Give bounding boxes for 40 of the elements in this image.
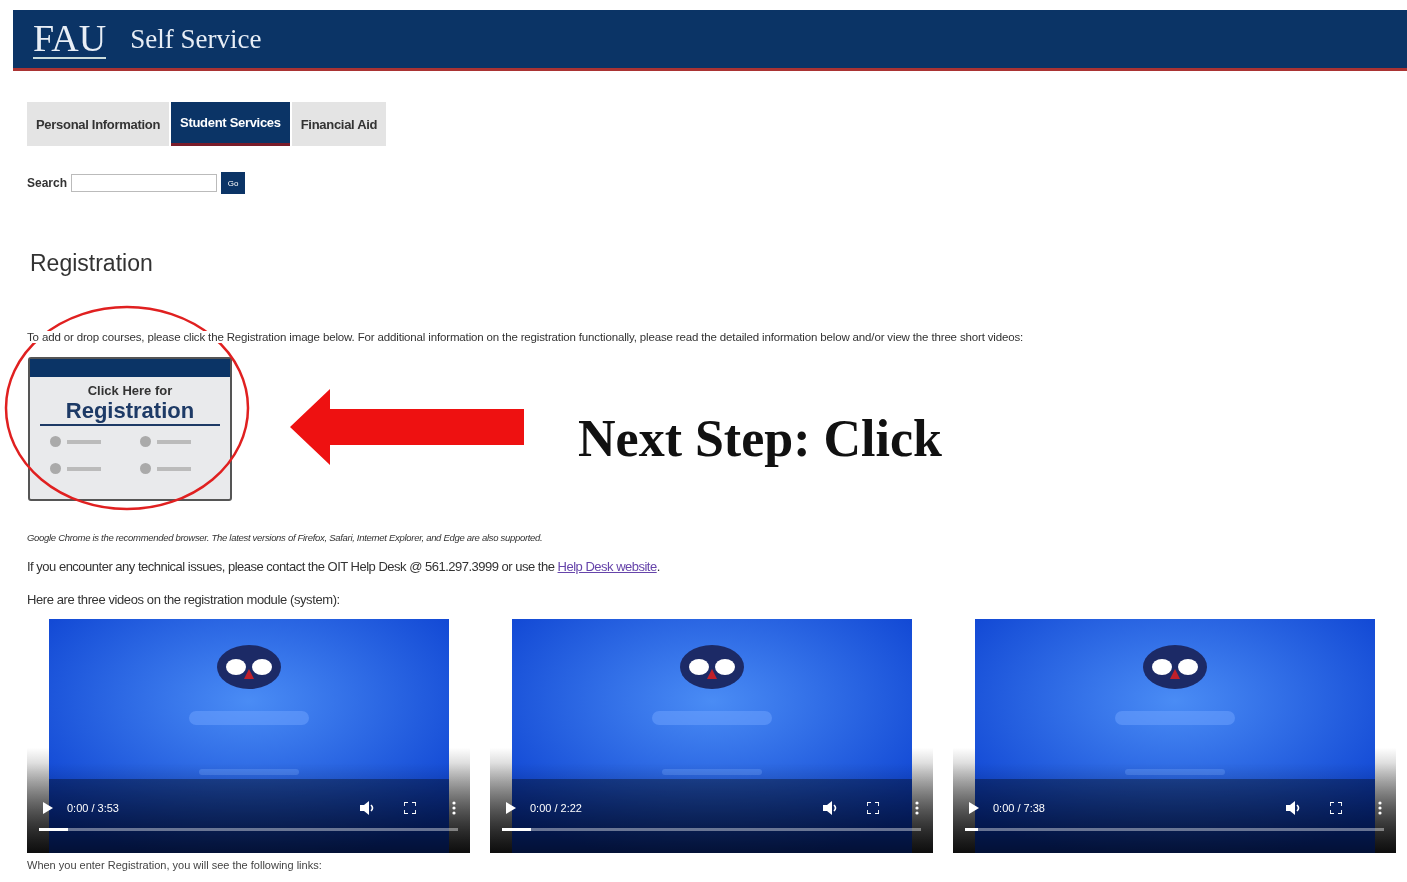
more-icon[interactable] (915, 801, 919, 815)
video-player[interactable]: 0:00 / 7:38 (953, 619, 1396, 853)
play-icon[interactable] (969, 802, 979, 814)
intro-text: To add or drop courses, please click the Registration image below. For additional information on the registration functionally, please read the detailed information below and/or view the three short videos: (27, 331, 1024, 343)
volume-icon[interactable] (360, 801, 376, 815)
progress-bar[interactable] (502, 828, 921, 831)
progress-bar[interactable] (39, 828, 458, 831)
more-icon[interactable] (452, 801, 456, 815)
fullscreen-icon[interactable] (1330, 802, 1342, 814)
progress-bar[interactable] (965, 828, 1384, 831)
more-icon[interactable] (1378, 801, 1382, 815)
help-text: If you encounter any technical issues, please contact the OIT Help Desk @ 561.297.3999 or use the (27, 559, 555, 574)
video-time: 0:00 / 2:22 (530, 802, 582, 814)
browser-note: Google Chrome is the recommended browser. The latest versions of Firefox, Safari, Internet Explorer, and Edge are also supported. (27, 532, 544, 543)
logo[interactable]: FAU (33, 19, 107, 59)
search-field[interactable] (71, 174, 218, 192)
annotation-text: Next Step: Click (578, 409, 942, 468)
registration-tile[interactable]: Click Here for Registration (28, 357, 232, 501)
search-label: Search (27, 176, 68, 190)
video-player[interactable]: 0:00 / 3:53 (27, 619, 470, 853)
tab[interactable]: Student Services (171, 102, 290, 146)
video-time: 0:00 / 3:53 (67, 802, 119, 814)
page-heading: Registration (30, 250, 154, 277)
fullscreen-icon[interactable] (404, 802, 416, 814)
play-icon[interactable] (43, 802, 53, 814)
fullscreen-icon[interactable] (867, 802, 879, 814)
volume-icon[interactable] (1286, 801, 1302, 815)
video-time: 0:00 / 7:38 (993, 802, 1045, 814)
period-text: . (656, 559, 660, 574)
body-text: When you enter Registration, you will see the following links: (27, 859, 323, 871)
tab[interactable]: Financial Aid (291, 102, 387, 146)
volume-icon[interactable] (823, 801, 839, 815)
site-title: Self Service (130, 23, 262, 55)
video-player[interactable]: 0:00 / 2:22 (490, 619, 933, 853)
arrow-icon (290, 387, 524, 467)
tab[interactable]: Personal Information (27, 102, 170, 146)
videos-intro: Here are three videos on the registration module (system): (27, 592, 341, 607)
help-desk-link[interactable]: Help Desk website (557, 559, 657, 574)
go-button[interactable]: Go (221, 172, 246, 194)
play-icon[interactable] (506, 802, 516, 814)
